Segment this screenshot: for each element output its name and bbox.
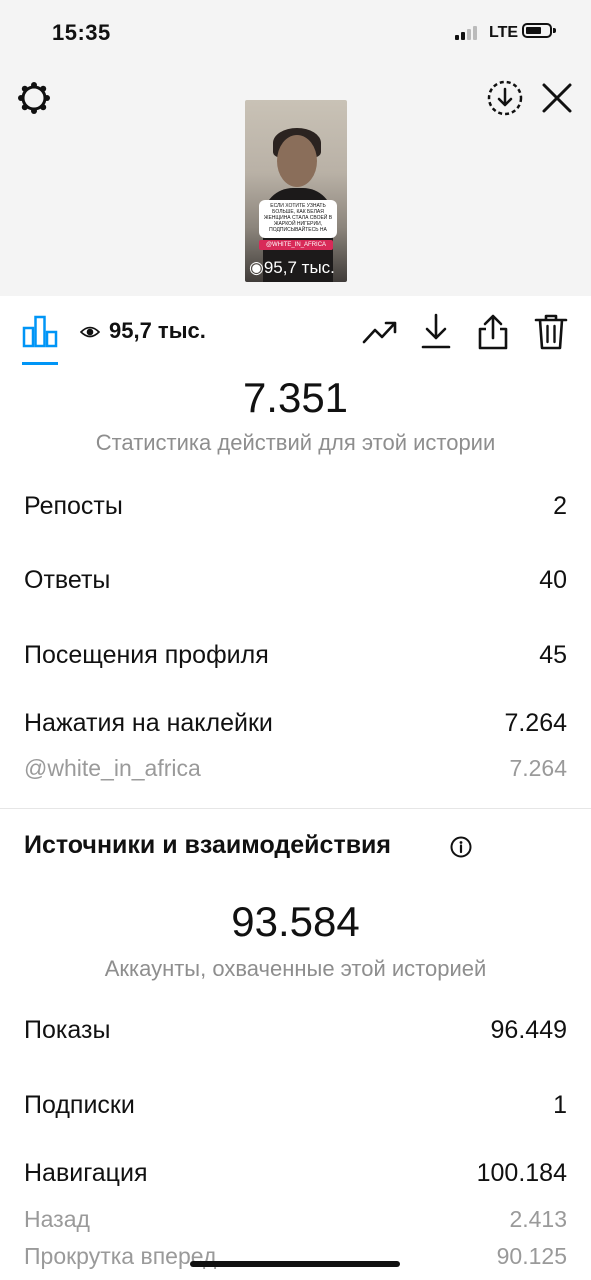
reach-total: 93.584 xyxy=(231,898,360,945)
reposts-label: Репосты xyxy=(24,492,123,520)
info-icon[interactable] xyxy=(450,836,472,858)
status-time: 15:35 xyxy=(52,20,111,45)
story-views-overlay: ◉95,7 тыс. xyxy=(249,258,335,277)
selection-pointer xyxy=(282,283,308,296)
active-tab-indicator xyxy=(22,362,58,365)
battery-icon xyxy=(522,23,556,38)
impressions-value: 96.449 xyxy=(490,1016,567,1044)
reach-subtitle: Аккаунты, охваченные этой историей xyxy=(104,956,487,981)
network-label: LTE xyxy=(489,24,519,41)
profile-visits-label: Посещения профиля xyxy=(24,641,269,669)
status-bar: 15:35 LTE xyxy=(0,0,591,64)
replies-label: Ответы xyxy=(24,566,111,594)
reposts-value: 2 xyxy=(553,492,567,520)
trash-icon[interactable] xyxy=(534,313,568,351)
sources-title: Источники и взаимодействия xyxy=(24,831,392,859)
bar-chart-icon[interactable] xyxy=(22,314,58,348)
forward-value: 90.125 xyxy=(496,1243,567,1269)
download-icon[interactable] xyxy=(420,312,452,350)
sticker-taps-label: Нажатия на наклейки xyxy=(24,709,273,737)
eye-icon: ◉ xyxy=(249,258,264,277)
signal-icon xyxy=(455,26,483,40)
story-thumbnail[interactable]: ЕСЛИ ХОТИТЕ УЗНАТЬ БОЛЬШЕ, КАК БЕЛАЯ ЖЕН… xyxy=(245,100,347,282)
trending-icon[interactable] xyxy=(362,318,398,346)
sticker-mention-value: 7.264 xyxy=(509,755,567,781)
navigation-value: 100.184 xyxy=(476,1159,567,1187)
forward-label: Прокрутка вперед xyxy=(24,1243,217,1269)
impressions-label: Показы xyxy=(24,1016,111,1044)
settings-gear-icon[interactable] xyxy=(16,80,52,116)
replies-value: 40 xyxy=(539,566,567,594)
back-label: Назад xyxy=(24,1206,90,1232)
profile-visits-value: 45 xyxy=(539,641,567,669)
story-mention-tag: @WHITE_IN_AFRICA xyxy=(259,240,333,250)
navigation-label: Навигация xyxy=(24,1159,148,1187)
save-download-circle-icon[interactable] xyxy=(486,79,524,117)
sticker-taps-value: 7.264 xyxy=(504,709,567,737)
follows-value: 1 xyxy=(553,1091,567,1119)
home-indicator[interactable] xyxy=(190,1261,400,1267)
share-icon[interactable] xyxy=(476,312,510,352)
sticker-mention-label: @white_in_africa xyxy=(24,755,201,781)
close-icon[interactable] xyxy=(540,81,574,115)
actions-total: 7.351 xyxy=(242,374,349,421)
actions-subtitle: Статистика действий для этой истории xyxy=(95,430,496,455)
section-divider xyxy=(0,808,591,809)
eye-icon xyxy=(80,324,100,340)
follows-label: Подписки xyxy=(24,1091,135,1119)
views-count: 95,7 тыс. xyxy=(109,318,206,343)
back-value: 2.413 xyxy=(509,1206,567,1232)
story-caption: ЕСЛИ ХОТИТЕ УЗНАТЬ БОЛЬШЕ, КАК БЕЛАЯ ЖЕН… xyxy=(259,200,337,238)
